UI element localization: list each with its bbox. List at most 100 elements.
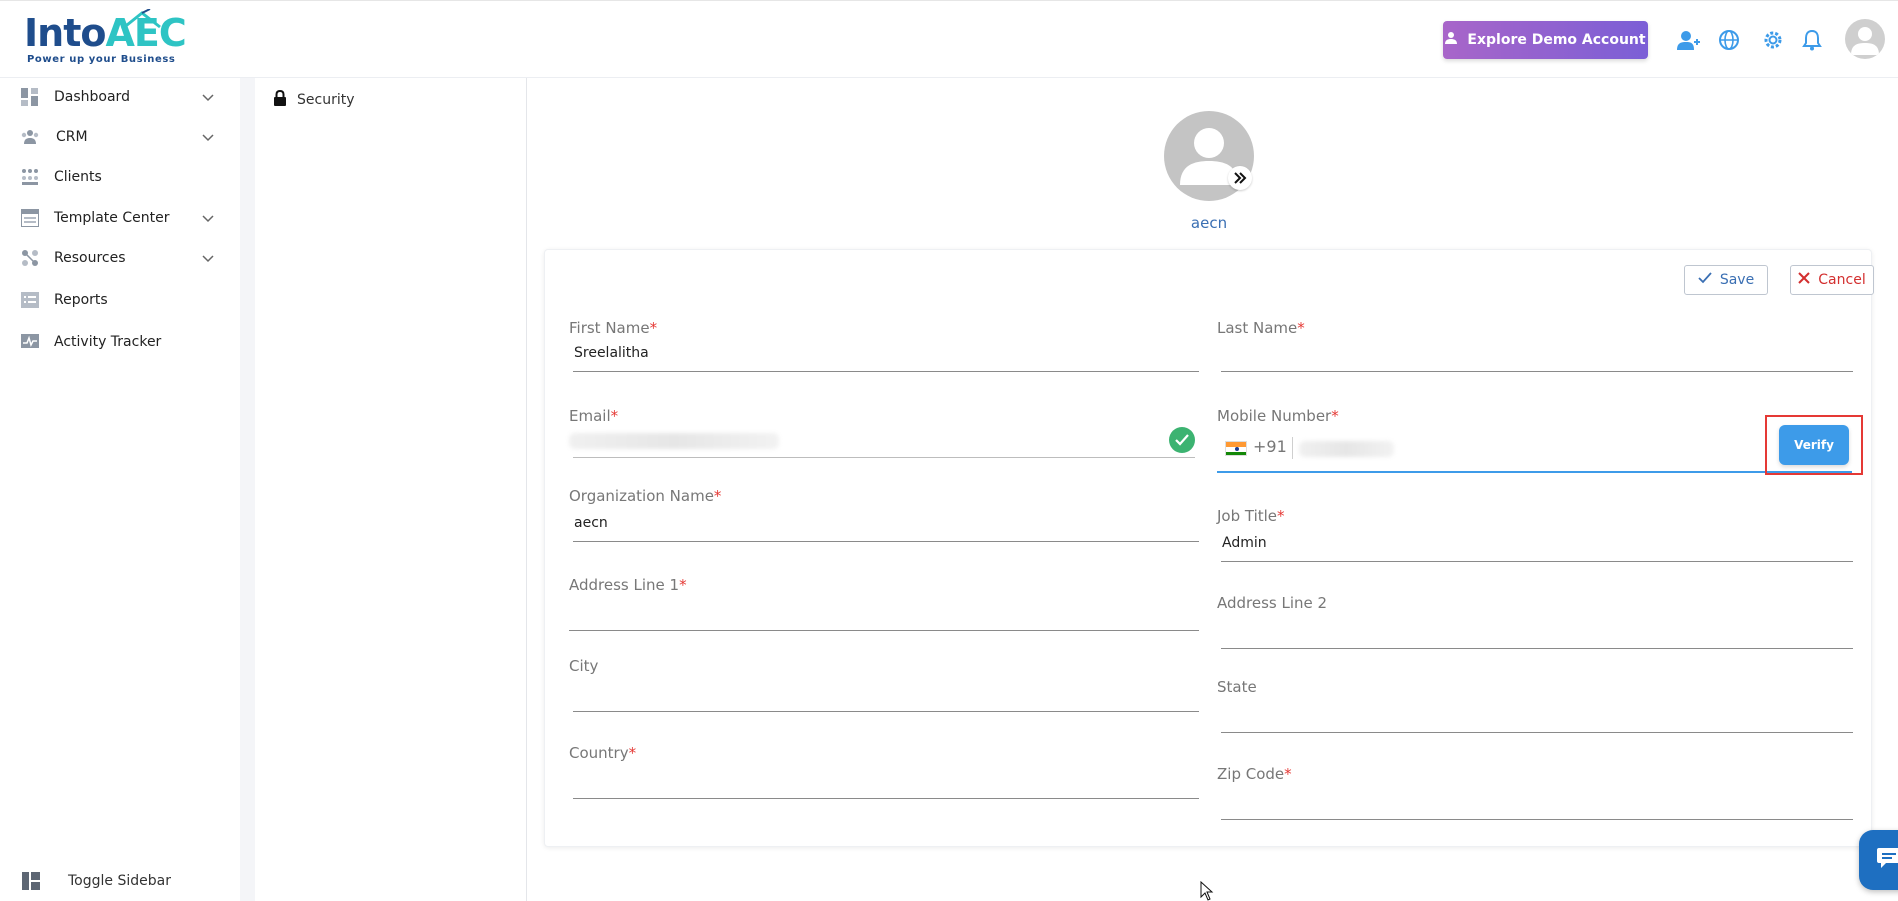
sidebar-divider [240,78,255,901]
mouse-cursor-icon [1200,881,1214,901]
address-line-1-field[interactable]: Address Line 1* [569,576,1209,636]
address-line-1-label: Address Line 1* [569,576,687,594]
cancel-label: Cancel [1818,272,1866,288]
save-label: Save [1719,272,1755,288]
city-underline [573,711,1199,712]
check-icon [1698,272,1712,288]
chevron-down-icon[interactable] [200,89,216,105]
sidebar-item-crm[interactable]: CRM [0,120,240,154]
zip-code-field[interactable]: Zip Code* [1217,765,1857,825]
dial-code: +91 [1253,437,1287,456]
subpanel-item-security[interactable]: Security [273,89,355,110]
address-line-2-label: Address Line 2 [1217,594,1328,612]
zip-code-underline [1221,819,1853,820]
user-avatar-icon[interactable] [1845,19,1885,59]
city-field[interactable]: City [569,657,1209,717]
organization-name-label: Organization Name* [569,487,722,505]
address-line-1-underline [569,630,1199,631]
dial-separator [1292,437,1293,459]
toggle-sidebar-button[interactable]: Toggle Sidebar [0,864,240,898]
add-user-icon[interactable] [1675,27,1701,53]
verify-button[interactable]: Verify [1779,425,1849,465]
mobile-number-field[interactable]: Mobile Number* +91 Verify [1217,407,1867,477]
first-name-label: First Name* [569,319,658,337]
email-verified-icon [1169,427,1195,453]
template-icon [20,208,40,228]
toggle-sidebar-label: Toggle Sidebar [68,873,171,889]
email-field[interactable]: Email* [569,407,1209,467]
country-label: Country* [569,744,637,762]
profile-form-card: Save Cancel First Name* Sreelalitha Last… [544,249,1874,847]
organization-name-field[interactable]: Organization Name* aecn [569,487,1209,547]
activity-icon [20,332,40,352]
last-name-field[interactable]: Last Name* [1217,319,1857,379]
close-icon [1798,272,1810,288]
job-title-value: Admin [1222,535,1267,551]
globe-icon[interactable] [1716,27,1742,53]
crm-icon [20,127,40,147]
sidebar-item-label: Resources [54,250,126,266]
india-flag-icon[interactable] [1225,441,1247,456]
sidebar-item-template-center[interactable]: Template Center [0,201,240,235]
chat-button[interactable] [1859,830,1898,890]
mobile-value-redacted [1299,441,1394,457]
job-title-label: Job Title* [1217,507,1285,525]
dashboard-icon [20,87,40,107]
sidebar-item-label: Reports [54,292,108,308]
organization-name-underline [573,541,1199,542]
gear-icon[interactable] [1760,27,1786,53]
chevron-down-icon[interactable] [200,210,216,226]
sidebar-layout-icon [22,872,40,894]
last-name-label: Last Name* [1217,319,1305,337]
address-line-2-field[interactable]: Address Line 2 [1217,594,1857,654]
email-value-redacted [569,433,779,449]
top-header: IntoAEC Power up your Business Explore D… [0,0,1898,78]
bell-icon[interactable] [1799,27,1825,53]
job-title-field[interactable]: Job Title* Admin [1217,507,1857,567]
address-line-2-underline [1221,648,1853,649]
zip-code-label: Zip Code* [1217,765,1292,783]
lock-icon [273,89,287,110]
state-field[interactable]: State [1217,678,1857,738]
reports-icon [20,290,40,310]
first-name-underline [573,371,1199,372]
profile-main: aecn Save Cancel First Name* Sreelalitha… [528,78,1898,901]
brand-logo[interactable]: IntoAEC Power up your Business [24,9,187,67]
avatar-expand-icon[interactable] [1228,166,1252,190]
mobile-number-label: Mobile Number* [1217,407,1339,425]
demo-user-icon [1445,31,1459,49]
organization-name-value: aecn [574,515,608,531]
sidebar-item-label: Dashboard [54,89,130,105]
chevron-down-icon[interactable] [200,250,216,266]
resources-icon [20,248,40,268]
logo-tagline: Power up your Business [27,54,176,65]
settings-subpanel: Security [255,78,527,901]
country-underline [573,798,1199,799]
country-field[interactable]: Country* [569,744,1209,804]
explore-demo-button[interactable]: Explore Demo Account [1443,21,1648,59]
sidebar-item-label: Activity Tracker [54,334,162,350]
sidebar-item-reports[interactable]: Reports [0,283,240,317]
sidebar: Dashboard CRM Clients Template Center Re… [0,78,240,901]
sidebar-item-label: Template Center [54,210,170,226]
sidebar-item-label: Clients [54,169,102,185]
first-name-field[interactable]: First Name* Sreelalitha [569,319,1199,379]
logo-roof-icon [121,9,161,31]
state-underline [1221,732,1853,733]
chevron-down-icon[interactable] [200,129,216,145]
security-label: Security [297,92,355,108]
save-button[interactable]: Save [1684,265,1768,295]
chat-bubble-icon [1876,847,1898,873]
sidebar-item-activity-tracker[interactable]: Activity Tracker [0,325,240,359]
mobile-underline [1217,471,1852,473]
sidebar-item-resources[interactable]: Resources [0,241,240,275]
job-title-underline [1221,561,1853,562]
state-label: State [1217,678,1257,696]
first-name-value: Sreelalitha [574,345,649,361]
city-label: City [569,657,599,675]
clients-icon [20,167,40,187]
cancel-button[interactable]: Cancel [1790,265,1874,295]
sidebar-item-dashboard[interactable]: Dashboard [0,80,240,114]
demo-button-label: Explore Demo Account [1467,32,1646,48]
sidebar-item-clients[interactable]: Clients [0,160,240,194]
